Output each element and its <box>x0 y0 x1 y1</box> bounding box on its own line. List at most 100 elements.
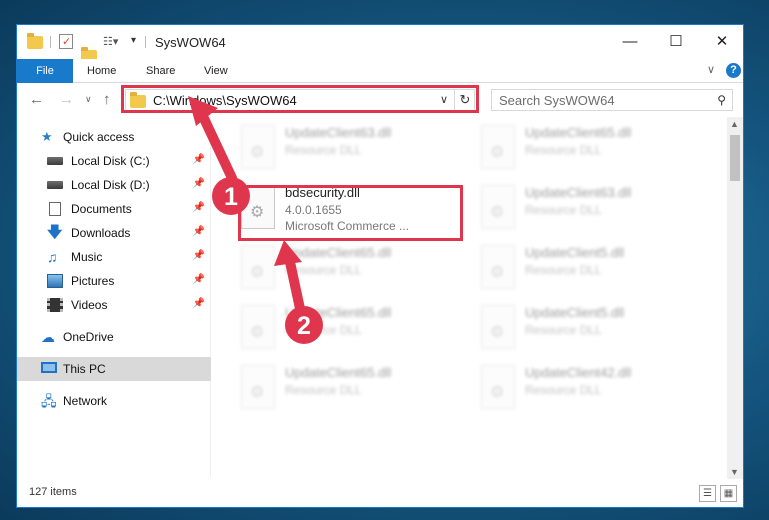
file-name: UpdateClient65.dll <box>285 305 392 320</box>
search-input[interactable]: Search SysWOW64 ⚲ <box>491 89 733 111</box>
file-name: UpdateClient65.dll <box>525 125 632 140</box>
customize-quick-access-icon[interactable]: ☷▾ <box>103 35 118 51</box>
file-description: Resource DLL <box>285 143 362 157</box>
back-arrow-icon[interactable]: ← <box>29 91 44 108</box>
file-item[interactable]: UpdateClient5.dll Resource DLL <box>477 241 705 297</box>
tab-file[interactable]: File <box>17 59 73 83</box>
address-highlight-box <box>121 85 479 113</box>
file-item[interactable]: UpdateClient65.dll Resource DLL <box>237 301 465 357</box>
sidebar-item-onedrive[interactable]: ☁ OneDrive <box>17 325 211 349</box>
file-description: Resource DLL <box>525 263 602 277</box>
videos-icon <box>47 298 63 312</box>
file-description: Resource DLL <box>525 323 602 337</box>
drive-icon <box>47 157 63 165</box>
dll-file-icon <box>481 305 515 349</box>
dll-file-icon <box>481 185 515 229</box>
pictures-icon <box>47 274 63 288</box>
dll-file-icon <box>241 365 275 409</box>
file-description: Resource DLL <box>525 383 602 397</box>
cloud-icon: ☁ <box>41 329 55 345</box>
vertical-scrollbar[interactable]: ▲ ▼ <box>727 117 743 479</box>
file-explorer-window: ✓ ☷▾ ▾ SysWOW64 — ☐ ✕ File Home Share Vi… <box>16 24 744 508</box>
dll-file-icon <box>241 125 275 169</box>
file-description: Resource DLL <box>285 263 362 277</box>
file-name: UpdateClient65.dll <box>285 365 392 380</box>
divider <box>50 36 51 48</box>
file-item[interactable]: UpdateClient65.dll Resource DLL <box>477 121 705 177</box>
file-name: UpdateClient5.dll <box>525 245 625 260</box>
pin-icon: 📌 <box>192 202 205 213</box>
file-name: UpdateClient63.dll <box>285 125 392 140</box>
music-icon: ♫ <box>47 249 58 265</box>
minimize-button[interactable]: — <box>607 25 653 57</box>
sidebar-item-quick-access[interactable]: ★ Quick access <box>17 125 211 149</box>
file-item[interactable]: UpdateClient42.dll Resource DLL <box>477 361 705 417</box>
close-button[interactable]: ✕ <box>699 25 743 57</box>
search-icon[interactable]: ⚲ <box>717 93 726 107</box>
recent-locations-chevron-icon[interactable]: ∨ <box>85 94 92 105</box>
file-item[interactable]: UpdateClient63.dll Resource DLL <box>477 181 705 237</box>
sidebar-item-local-disk-d[interactable]: Local Disk (D:) 📌 <box>17 173 211 197</box>
drive-icon <box>47 181 63 189</box>
file-name: UpdateClient42.dll <box>525 365 632 380</box>
sidebar-item-label: Music <box>71 250 103 264</box>
file-item[interactable]: UpdateClient65.dll Resource DLL <box>237 241 465 297</box>
sidebar-item-label: Local Disk (D:) <box>71 178 150 192</box>
star-icon: ★ <box>41 129 53 144</box>
sidebar-item-videos[interactable]: Videos 📌 <box>17 293 211 317</box>
documents-icon <box>49 202 61 216</box>
ribbon-tabs: File Home Share View ∨ ? <box>17 59 743 83</box>
chevron-down-icon[interactable]: ▾ <box>131 35 136 51</box>
downloads-icon: 🡇 <box>47 224 63 241</box>
dll-file-icon <box>481 245 515 289</box>
tab-home[interactable]: Home <box>87 59 116 83</box>
search-placeholder: Search SysWOW64 <box>499 93 615 108</box>
network-icon: 🖧 <box>41 393 57 409</box>
sidebar-item-label: Videos <box>71 298 108 312</box>
title-bar: ✓ ☷▾ ▾ SysWOW64 — ☐ ✕ <box>17 25 743 63</box>
file-item[interactable]: UpdateClient65.dll Resource DLL <box>237 361 465 417</box>
sidebar-item-label: Local Disk (C:) <box>71 154 150 168</box>
file-description: Resource DLL <box>525 203 602 217</box>
file-name: UpdateClient5.dll <box>525 305 625 320</box>
navigation-pane: ★ Quick access Local Disk (C:) 📌 Local D… <box>17 117 211 477</box>
details-view-icon[interactable]: ☰ <box>699 485 716 502</box>
help-icon[interactable]: ? <box>726 63 741 78</box>
dll-file-icon <box>481 125 515 169</box>
divider <box>145 36 146 48</box>
scroll-up-icon[interactable]: ▲ <box>730 119 739 129</box>
properties-icon[interactable]: ✓ <box>59 34 73 49</box>
large-icons-view-icon[interactable]: ▦ <box>720 485 737 502</box>
pin-icon: 📌 <box>192 250 205 261</box>
pin-icon: 📌 <box>192 178 205 189</box>
sidebar-item-this-pc[interactable]: This PC <box>17 357 211 381</box>
sidebar-item-music[interactable]: ♫ Music 📌 <box>17 245 211 269</box>
folder-icon <box>27 33 43 49</box>
up-arrow-icon[interactable]: ↑ <box>103 91 111 108</box>
sidebar-item-label: Pictures <box>71 274 115 288</box>
pin-icon: 📌 <box>192 226 205 237</box>
scroll-down-icon[interactable]: ▼ <box>730 467 739 477</box>
pin-icon: 📌 <box>192 154 205 165</box>
file-item[interactable]: UpdateClient63.dll Resource DLL <box>237 121 465 177</box>
sidebar-item-documents[interactable]: Documents 📌 <box>17 197 211 221</box>
file-item[interactable]: UpdateClient5.dll Resource DLL <box>477 301 705 357</box>
tab-share[interactable]: Share <box>146 59 175 83</box>
maximize-button[interactable]: ☐ <box>653 25 699 57</box>
scrollbar-thumb[interactable] <box>730 135 740 181</box>
expand-ribbon-icon[interactable]: ∨ <box>707 63 715 76</box>
forward-arrow-icon[interactable]: → <box>59 91 74 108</box>
sidebar-item-pictures[interactable]: Pictures 📌 <box>17 269 211 293</box>
status-bar: 127 items ☰ ▦ <box>17 481 743 507</box>
sidebar-item-label: Downloads <box>71 226 131 240</box>
sidebar-item-label: Documents <box>71 202 132 216</box>
sidebar-item-downloads[interactable]: 🡇 Downloads 📌 <box>17 221 211 245</box>
computer-icon <box>41 362 57 373</box>
dll-file-icon <box>481 365 515 409</box>
sidebar-item-local-disk-c[interactable]: Local Disk (C:) 📌 <box>17 149 211 173</box>
dll-file-icon <box>241 245 275 289</box>
sidebar-item-network[interactable]: 🖧 Network <box>17 389 211 413</box>
file-description: Resource DLL <box>525 143 602 157</box>
window-title: SysWOW64 <box>155 35 226 50</box>
tab-view[interactable]: View <box>204 59 228 83</box>
